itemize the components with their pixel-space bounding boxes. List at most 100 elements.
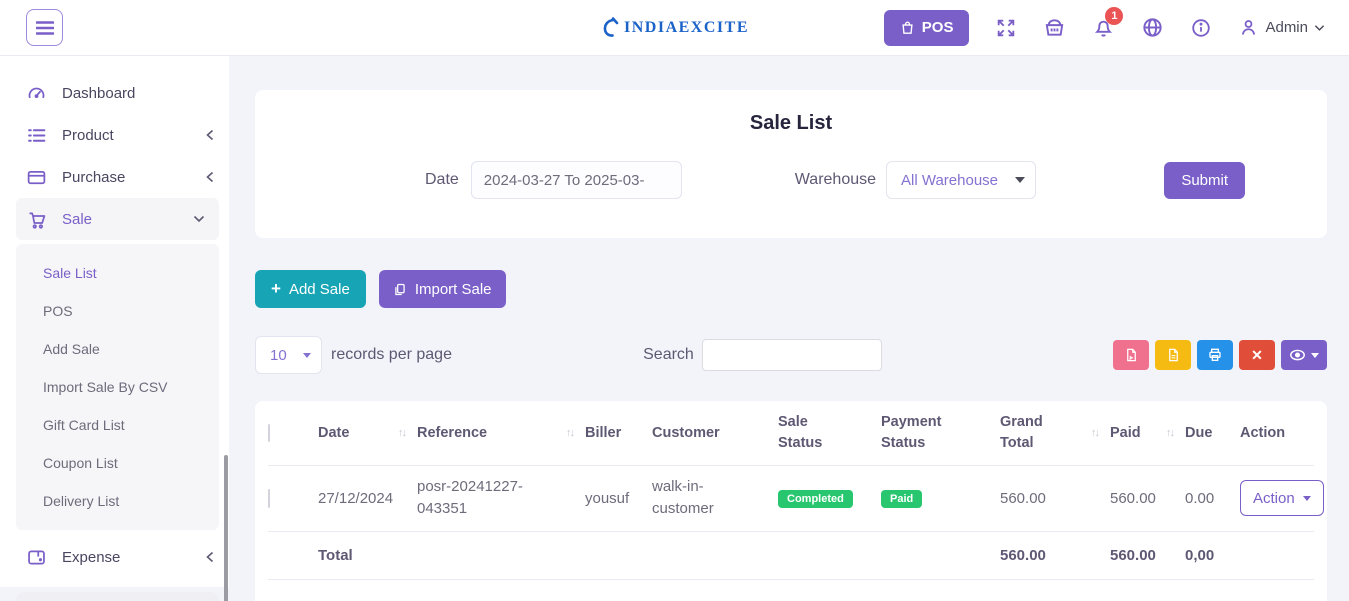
import-sale-button[interactable]: Import Sale (379, 270, 506, 308)
submenu-item-pos[interactable]: POS (43, 292, 219, 330)
document-icon (1166, 347, 1181, 363)
payment-status-badge: Paid (881, 490, 922, 508)
printer-icon (1207, 347, 1223, 363)
sort-icon[interactable]: ↑↓ (566, 427, 573, 439)
chevron-left-icon (205, 551, 215, 563)
table-total-row: Total 560.00 560.00 0,00 (268, 531, 1314, 579)
row-action-button[interactable]: Action (1240, 480, 1324, 516)
top-header: INDIAEXCITE POS 1 Admin (0, 0, 1349, 56)
date-range-input[interactable] (471, 161, 682, 199)
chevron-down-icon (193, 214, 205, 224)
cell-payment-status: Paid (881, 465, 1000, 531)
caret-down-icon (1015, 177, 1025, 183)
header-biller: Biller (585, 401, 652, 465)
header-due: Due (1185, 401, 1240, 465)
cell-grand-total: 560.00 (1000, 465, 1110, 531)
export-csv-button[interactable] (1155, 340, 1191, 370)
sidebar-item-product[interactable]: Product (0, 114, 229, 156)
sidebar: Dashboard Product Purchase Sale (0, 56, 229, 587)
globe-icon[interactable] (1141, 16, 1164, 39)
notification-bell-icon[interactable]: 1 (1092, 16, 1115, 39)
eye-icon (1289, 348, 1306, 362)
user-name: Admin (1265, 19, 1308, 36)
submit-button[interactable]: Submit (1164, 162, 1245, 199)
submenu-item-gift-card-list[interactable]: Gift Card List (43, 406, 219, 444)
sale-table-panel: Date↑↓ Reference↑↓ Biller Customer Sale … (255, 401, 1327, 601)
dashboard-icon (26, 83, 47, 104)
chevron-left-icon (205, 171, 215, 183)
submenu-item-coupon-list[interactable]: Coupon List (43, 444, 219, 482)
sidebar-item-sale[interactable]: Sale (16, 198, 219, 240)
sales-table: Date↑↓ Reference↑↓ Biller Customer Sale … (268, 401, 1314, 580)
sort-icon[interactable]: ↑↓ (1166, 427, 1173, 439)
table-row: 27/12/2024 posr-20241227-043351 yousuf w… (268, 465, 1314, 531)
header-payment-status: Payment Status (881, 401, 1000, 465)
submenu-item-sale-list[interactable]: Sale List (43, 254, 219, 292)
clear-filter-button[interactable]: ✕ (1239, 340, 1275, 370)
logo-swoosh-icon (600, 16, 620, 40)
cell-reference: posr-20241227-043351 (417, 465, 585, 531)
list-icon (26, 125, 47, 146)
print-button[interactable] (1197, 340, 1233, 370)
table-header-row: Date↑↓ Reference↑↓ Biller Customer Sale … (268, 401, 1314, 465)
total-paid: 560.00 (1110, 531, 1185, 579)
export-pdf-button[interactable] (1113, 340, 1149, 370)
basket-icon[interactable] (1043, 16, 1066, 39)
sidebar-item-purchase[interactable]: Purchase (0, 156, 229, 198)
plus-icon: + (271, 279, 281, 299)
hamburger-icon (36, 21, 54, 35)
header-customer: Customer (652, 401, 778, 465)
sort-icon[interactable]: ↑↓ (398, 427, 405, 439)
pos-button[interactable]: POS (884, 10, 970, 46)
toolbar: + Add Sale Import Sale (255, 270, 1327, 308)
cell-customer: walk-in-customer (652, 465, 778, 531)
caret-down-icon (303, 353, 311, 358)
sale-status-badge: Completed (778, 490, 853, 508)
header-grand-total[interactable]: Grand Total↑↓ (1000, 401, 1110, 465)
search-input[interactable] (702, 339, 882, 371)
total-grand-total: 560.00 (1000, 531, 1110, 579)
cart-icon (26, 209, 47, 230)
warehouse-label: Warehouse (795, 171, 876, 189)
menu-toggle-button[interactable] (26, 9, 63, 46)
sidebar-scrollbar[interactable] (224, 455, 228, 601)
cell-due: 0.00 (1185, 465, 1240, 531)
main-content: Sale List Date Warehouse All Warehouse S… (229, 56, 1349, 587)
info-icon[interactable] (1190, 17, 1212, 39)
shopping-bag-icon (900, 20, 915, 35)
submenu-item-delivery-list[interactable]: Delivery List (43, 482, 219, 520)
header-reference[interactable]: Reference↑↓ (417, 401, 585, 465)
caret-down-icon (1311, 353, 1319, 358)
chevron-down-icon (1314, 24, 1325, 32)
cell-sale-status: Completed (778, 465, 881, 531)
total-due: 0,00 (1185, 531, 1240, 579)
header-date[interactable]: Date↑↓ (318, 401, 417, 465)
cell-biller: yousuf (585, 465, 652, 531)
sidebar-item-dashboard[interactable]: Dashboard (0, 72, 229, 114)
close-icon: ✕ (1251, 347, 1263, 364)
logo-text: INDIAEXCITE (624, 19, 749, 37)
notification-count-badge: 1 (1105, 7, 1123, 25)
page-title: Sale List (255, 112, 1327, 135)
page-size-select[interactable]: 10 (255, 336, 322, 374)
sort-icon[interactable]: ↑↓ (1091, 427, 1098, 439)
select-all-checkbox[interactable] (268, 424, 270, 442)
fullscreen-icon[interactable] (995, 17, 1017, 39)
submenu-item-add-sale[interactable]: Add Sale (43, 330, 219, 368)
header-paid[interactable]: Paid↑↓ (1110, 401, 1185, 465)
pdf-file-icon (1124, 347, 1139, 363)
column-visibility-button[interactable] (1281, 340, 1327, 370)
search-label: Search (643, 346, 694, 364)
total-label: Total (318, 531, 417, 579)
header-action: Action (1240, 401, 1314, 465)
warehouse-select[interactable]: All Warehouse (886, 161, 1036, 199)
chevron-left-icon (205, 129, 215, 141)
add-sale-button[interactable]: + Add Sale (255, 270, 366, 308)
sidebar-item-expense[interactable]: Expense (0, 536, 229, 578)
list-controls: 10 records per page Search (255, 336, 1327, 374)
row-checkbox[interactable] (268, 489, 270, 508)
user-icon (1238, 17, 1259, 38)
submenu-item-import-sale-by-csv[interactable]: Import Sale By CSV (43, 368, 219, 406)
sale-list-filter-panel: Sale List Date Warehouse All Warehouse S… (255, 90, 1327, 238)
user-menu[interactable]: Admin (1238, 17, 1325, 38)
